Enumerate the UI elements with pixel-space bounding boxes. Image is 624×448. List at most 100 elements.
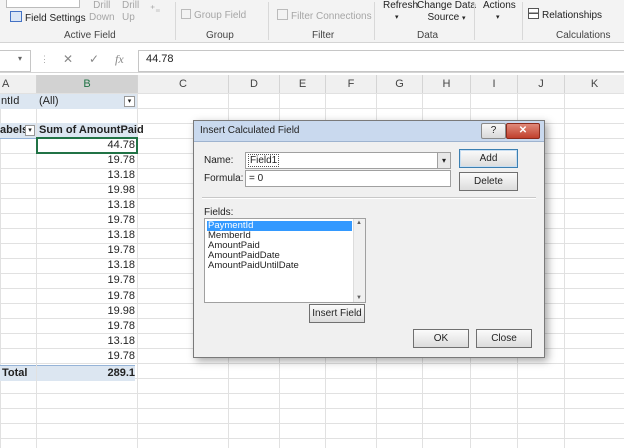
pivot-filter-label: ntId	[0, 94, 37, 109]
pivot-value-cell[interactable]: 13.18	[37, 334, 135, 349]
fields-label: Fields:	[204, 207, 234, 218]
insert-calculated-field-dialog: Insert Calculated Field ? ✕ Name: Field1…	[193, 120, 545, 358]
change-data-source-button[interactable]: Change Data Source ▾	[417, 0, 476, 25]
group-field-label: Group Field	[194, 10, 247, 21]
group-field-icon	[181, 9, 191, 19]
drill-down-label-2: Down	[89, 12, 115, 23]
filter-dropdown-icon[interactable]: ▾	[25, 125, 35, 136]
dialog-title: Insert Calculated Field	[200, 125, 300, 136]
pivot-value-cell[interactable]: 19.98	[37, 304, 135, 319]
pivot-value-cell[interactable]: 19.78	[37, 349, 135, 364]
help-button[interactable]: ?	[481, 123, 506, 139]
actions-button[interactable]: Actions ▾	[483, 0, 516, 21]
field-settings-label: Field Settings	[25, 13, 86, 24]
filter-dropdown-icon[interactable]: ▾	[124, 96, 135, 107]
fields-listbox[interactable]: PaymentId MemberId AmountPaid AmountPaid…	[204, 218, 366, 303]
formula-input[interactable]: = 0	[245, 170, 451, 187]
separator	[522, 2, 523, 40]
column-header-f[interactable]: F	[326, 75, 377, 94]
column-header-a[interactable]: A	[0, 75, 37, 94]
add-button[interactable]: Add	[459, 149, 518, 168]
field-settings-icon	[10, 11, 22, 22]
separator	[474, 2, 475, 40]
listbox-scrollbar[interactable]: ▲ ▼	[353, 219, 365, 302]
row-labels-header-text: abels	[0, 124, 29, 136]
column-header-k[interactable]: K	[565, 75, 624, 94]
enter-icon[interactable]: ✓	[89, 52, 99, 66]
change-data-source-label-2: Source	[427, 12, 460, 23]
drill-down-label-1: Drill	[93, 0, 111, 11]
scroll-up-icon[interactable]: ▲	[356, 220, 362, 226]
cancel-icon[interactable]: ✕	[63, 52, 73, 66]
refresh-button[interactable]: Refresh ▾	[383, 0, 418, 21]
drill-up-label-1: Drill	[122, 0, 140, 11]
chevron-down-icon: ▾	[461, 15, 466, 22]
group-field-button[interactable]: Group Field	[181, 9, 246, 21]
drill-down-button[interactable]: Drill Down	[89, 0, 115, 24]
scroll-down-icon[interactable]: ▼	[356, 295, 362, 301]
expand-collapse-icon[interactable]: ⁺₌	[150, 4, 161, 15]
pivot-value-cell[interactable]: 19.78	[37, 289, 135, 304]
column-header-i[interactable]: I	[471, 75, 518, 94]
pivot-value-cell[interactable]: 13.18	[37, 228, 135, 243]
gridline	[564, 93, 565, 448]
formula-bar-grip-icon: ⋮	[40, 54, 49, 64]
name-value: Field1	[248, 154, 280, 167]
name-box[interactable]	[0, 50, 31, 72]
list-item[interactable]: AmountPaidUntilDate	[207, 261, 352, 271]
separator	[175, 2, 176, 40]
formula-value: 44.78	[146, 53, 174, 65]
chevron-down-icon: ▾	[395, 14, 399, 21]
pivot-value-cell[interactable]: 19.78	[37, 153, 135, 168]
separator	[268, 2, 269, 40]
close-button[interactable]: ✕	[506, 123, 540, 139]
pivot-value-cell[interactable]: 13.18	[37, 258, 135, 273]
dialog-divider	[202, 197, 536, 199]
column-header-e[interactable]: E	[280, 75, 326, 94]
group-label-group: Group	[206, 30, 234, 41]
insert-field-button[interactable]: Insert Field	[309, 304, 365, 323]
help-icon: ?	[490, 125, 497, 136]
name-combobox[interactable]: Field1 ▾	[245, 152, 451, 169]
pivot-value-cell[interactable]: 19.78	[37, 319, 135, 334]
drill-up-label-2: Up	[122, 12, 135, 23]
name-box-dropdown-icon[interactable]: ▾	[18, 54, 22, 63]
column-header-g[interactable]: G	[377, 75, 423, 94]
column-header-j[interactable]: J	[518, 75, 565, 94]
row-labels-header[interactable]: abels ▾	[0, 123, 36, 139]
group-label-active-field: Active Field	[64, 30, 116, 41]
grand-total-value[interactable]: 289.1	[37, 365, 135, 381]
column-header-b[interactable]: B	[37, 75, 138, 95]
relationships-button[interactable]: Relationships	[528, 8, 602, 21]
pivot-value-cell[interactable]: 13.18	[37, 168, 135, 183]
chevron-down-icon[interactable]: ▾	[437, 153, 450, 168]
filter-connections-button[interactable]: Filter Connections	[277, 9, 372, 22]
filter-connections-label: Filter Connections	[291, 11, 372, 22]
dialog-title-bar[interactable]: Insert Calculated Field ? ✕	[194, 121, 544, 142]
relationships-icon	[528, 8, 539, 19]
formula-input[interactable]	[138, 50, 624, 72]
group-label-data: Data	[417, 30, 439, 41]
pivot-value-cell[interactable]: 13.18	[37, 198, 135, 213]
filter-connections-icon	[277, 9, 288, 20]
pivot-value-cell[interactable]: 19.98	[37, 183, 135, 198]
pivot-value-cell[interactable]: 44.78	[36, 137, 138, 154]
close-dialog-button[interactable]: Close	[476, 329, 532, 348]
group-label-filter: Filter	[312, 30, 335, 41]
insert-function-icon[interactable]: fx	[115, 52, 124, 67]
drill-up-button[interactable]: Drill Up	[122, 0, 139, 24]
column-header-d[interactable]: D	[229, 75, 280, 94]
field-settings-button[interactable]: Field Settings	[10, 11, 86, 24]
delete-button[interactable]: Delete	[459, 172, 518, 191]
column-header-h[interactable]: H	[423, 75, 471, 94]
pivot-filter-value[interactable]: (All) ▾	[37, 94, 137, 109]
change-data-source-label-1: Change Data	[417, 0, 476, 11]
pivot-value-cell[interactable]: 19.78	[37, 213, 135, 228]
pivot-value-cell[interactable]: 19.78	[37, 273, 135, 288]
pivot-value-cell[interactable]: 19.78	[37, 243, 135, 258]
ok-button[interactable]: OK	[413, 329, 469, 348]
column-header-c[interactable]: C	[138, 75, 229, 94]
active-field-box[interactable]	[6, 0, 80, 8]
formula-label: Formula:	[204, 173, 244, 184]
formula-text: = 0	[249, 173, 264, 184]
